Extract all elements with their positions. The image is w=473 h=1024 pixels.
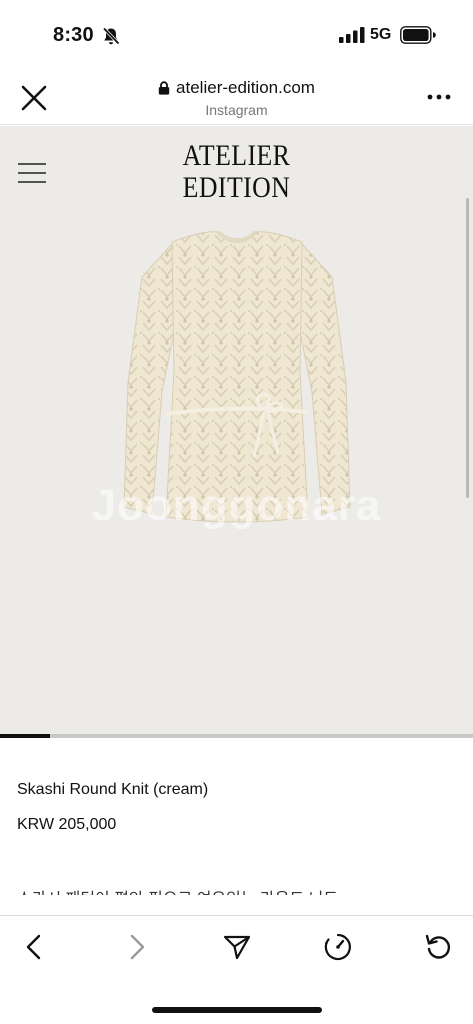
page-url: atelier-edition.com — [176, 78, 315, 97]
page-scrollbar[interactable] — [466, 198, 469, 498]
network-type: 5G — [370, 26, 392, 43]
browser-toolbar — [0, 915, 473, 979]
bell-slash-icon — [102, 27, 120, 45]
hamburger-menu-icon[interactable] — [17, 162, 47, 184]
lock-icon — [158, 81, 170, 95]
in-app-browser-header: atelier-edition.com Instagram — [0, 70, 473, 125]
forward-icon[interactable] — [121, 932, 151, 962]
status-time: 8:30 — [53, 24, 94, 46]
watermark-text: Joonggonara — [91, 481, 382, 530]
reload-icon[interactable] — [424, 932, 454, 962]
product-image-carousel[interactable]: ATELIER EDITION Joonggonara — [0, 126, 473, 734]
image-progress-fill — [0, 734, 50, 738]
product-name: Skashi Round Knit (cream) — [17, 781, 209, 798]
more-icon[interactable] — [426, 86, 452, 108]
product-price: KRW 205,000 — [17, 816, 117, 833]
brand-logo-line2: EDITION — [182, 171, 291, 204]
battery-icon — [400, 26, 436, 44]
brand-logo-line1: ATELIER — [182, 139, 291, 172]
url-line: atelier-edition.com — [100, 78, 373, 98]
image-progress-bar — [0, 734, 473, 738]
source-app-label: Instagram — [205, 102, 268, 118]
speed-icon[interactable] — [323, 932, 353, 962]
home-indicator[interactable] — [152, 1007, 322, 1013]
signal-bars-icon — [339, 27, 365, 43]
status-bar: 8:30 5G — [0, 0, 473, 70]
close-icon[interactable] — [18, 82, 50, 114]
address-area[interactable]: atelier-edition.com Instagram — [100, 78, 373, 118]
brand-logo[interactable]: ATELIER EDITION — [33, 140, 440, 204]
product-description-partial: 스카시 패턴이 편안 핏으로 여유있는 라운드 니트 — [17, 883, 417, 895]
product-description-text: 스카시 패턴이 편안 핏으로 여유있는 라운드 니트 — [17, 885, 417, 895]
share-icon[interactable] — [222, 932, 252, 962]
back-icon[interactable] — [20, 932, 50, 962]
